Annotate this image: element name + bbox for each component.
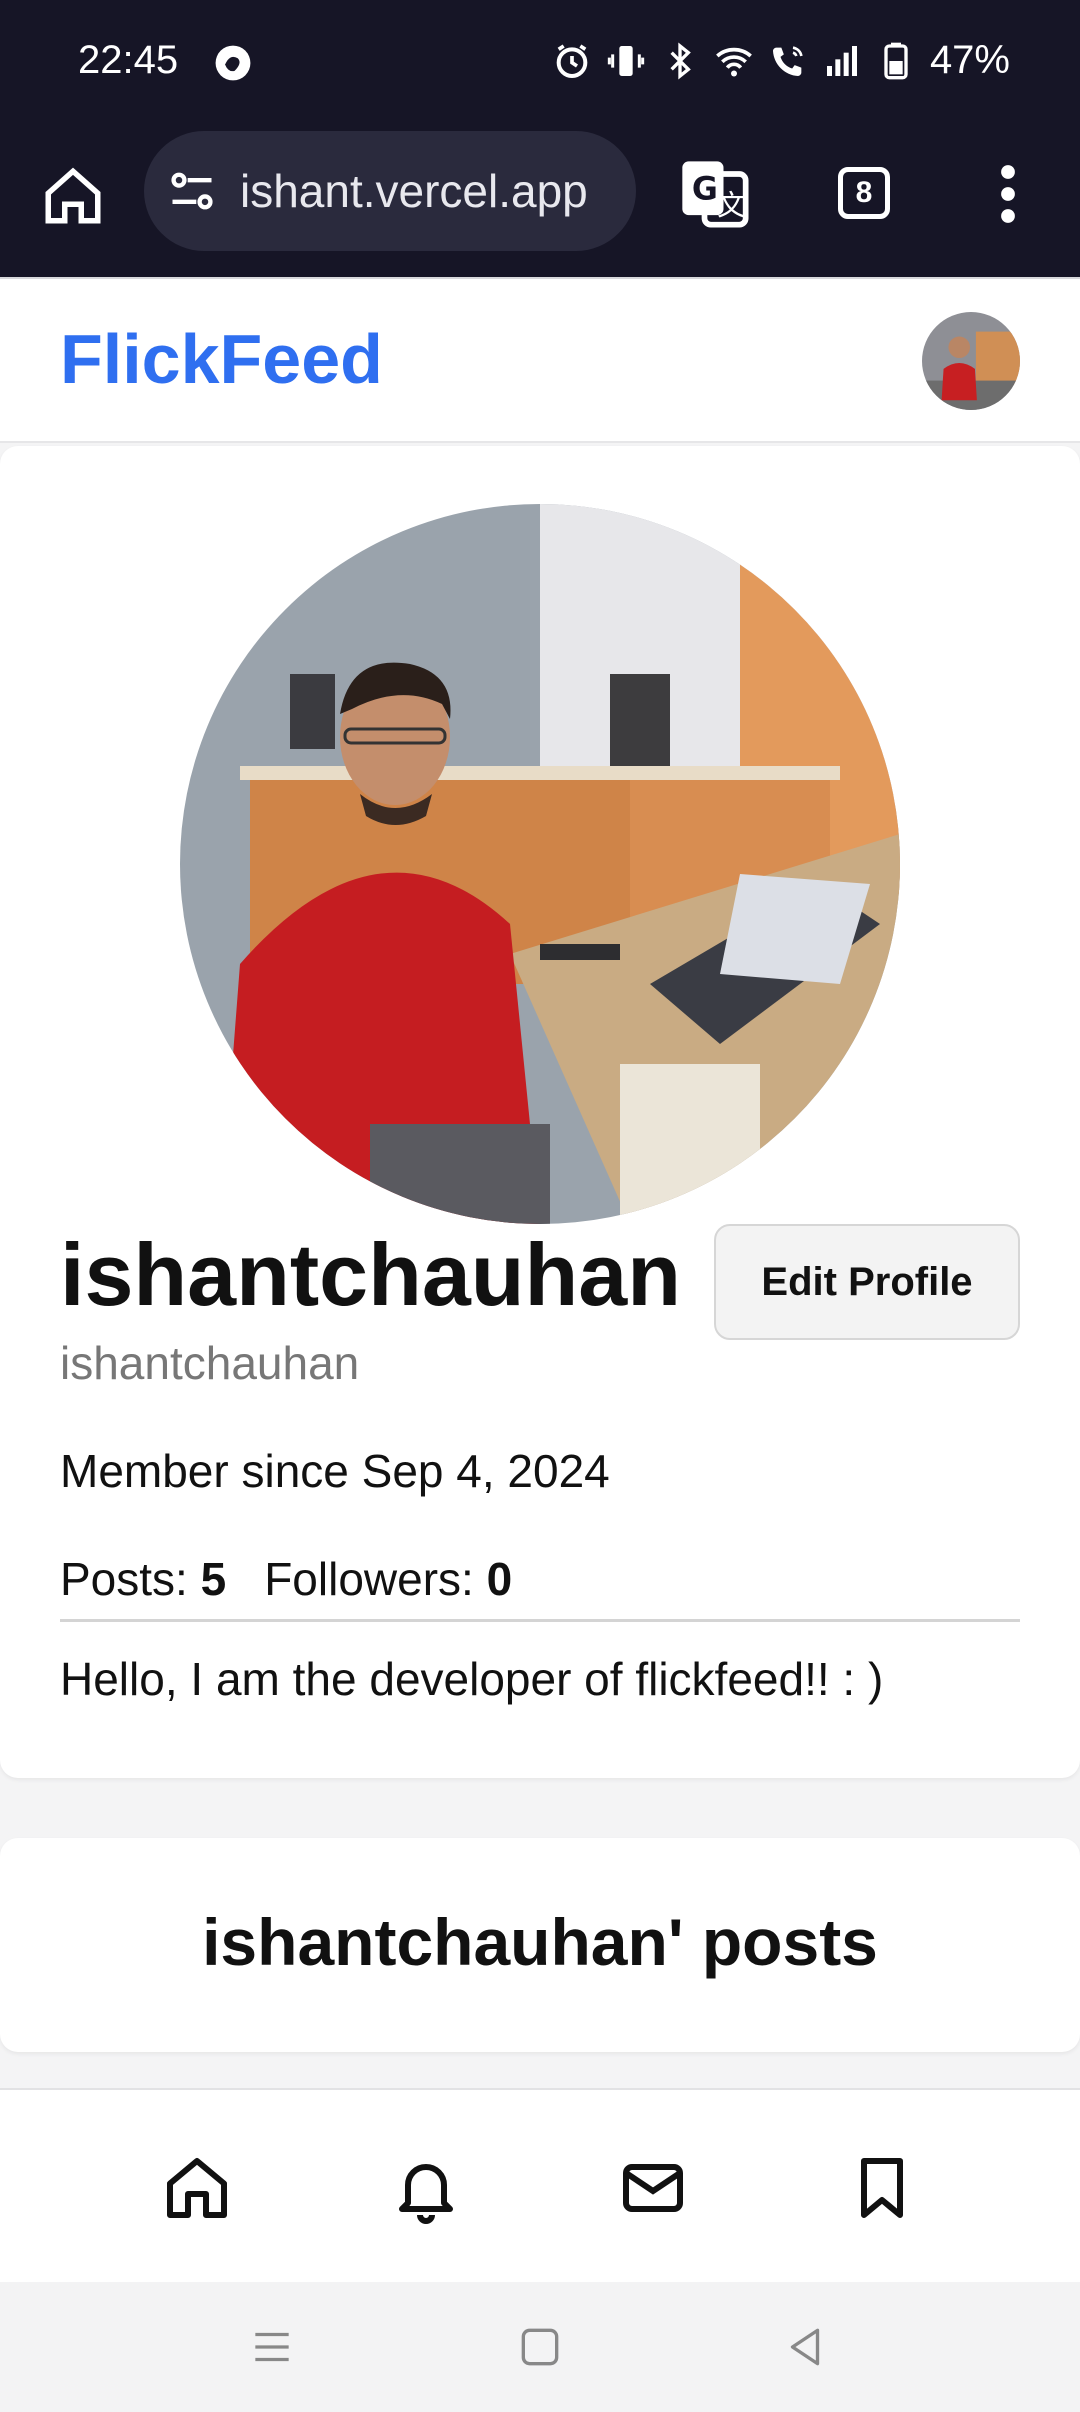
translate-icon[interactable]: G文 [676, 155, 752, 231]
svg-text:G: G [692, 171, 718, 207]
svg-text:文: 文 [717, 189, 746, 222]
followers-count: 0 [486, 1553, 513, 1605]
username: ishantchauhan [60, 1337, 360, 1389]
edit-profile-button[interactable]: Edit Profile [714, 1224, 1020, 1340]
nav-messages-button[interactable] [617, 2152, 689, 2224]
profile-bio: Hello, I am the developer of flickfeed!!… [60, 1653, 884, 1705]
alarm-icon [556, 43, 588, 78]
profile-card: ishantchauhan Edit Profile ishantchauhan… [0, 446, 1080, 1778]
status-bar: 22:45 47% [0, 0, 1080, 125]
mail-icon [623, 2164, 683, 2212]
url-text[interactable]: ishant.vercel.app [240, 164, 588, 218]
bell-icon [399, 2164, 453, 2224]
brand-logo[interactable]: FlickFeed [60, 319, 383, 399]
signal-icon [826, 45, 857, 76]
avatar[interactable] [922, 312, 1020, 410]
site-settings-icon[interactable] [166, 165, 218, 217]
posts-section-title: ishantchauhan' posts [202, 1905, 878, 1979]
posts-label: Posts: [60, 1553, 188, 1605]
system-navigation-bar [0, 2282, 1080, 2412]
posts-section: ishantchauhan' posts [0, 1838, 1080, 2052]
bottom-navigation [0, 2088, 1080, 2282]
bookmark-icon [861, 2158, 903, 2218]
home-icon [167, 2158, 227, 2218]
wifi-calling-icon [772, 45, 803, 76]
address-bar[interactable]: ishant.vercel.app [144, 131, 636, 251]
followers-stat: Followers: 0 [264, 1552, 512, 1606]
browser-toolbar: ishant.vercel.app G文 8 [0, 125, 1080, 277]
member-since: Member since Sep 4, 2024 [60, 1445, 610, 1497]
home-icon[interactable] [40, 163, 106, 229]
posts-stat: Posts: 5 [60, 1552, 226, 1606]
posts-count: 5 [200, 1553, 227, 1605]
divider [60, 1619, 1020, 1622]
home-button-icon[interactable] [515, 2322, 565, 2372]
profile-photo [180, 504, 900, 1224]
status-time: 22:45 [78, 38, 179, 82]
status-icons: 47% [552, 38, 1010, 83]
app-notification-icon [215, 45, 251, 81]
nav-bookmarks-button[interactable] [846, 2152, 918, 2224]
back-icon[interactable] [780, 2322, 830, 2372]
followers-label: Followers: [264, 1553, 474, 1605]
battery-percent: 47% [929, 38, 1010, 82]
wifi-icon [716, 47, 752, 76]
nav-notifications-button[interactable] [390, 2152, 462, 2224]
vibrate-icon [607, 45, 645, 76]
bluetooth-icon [670, 42, 691, 79]
nav-home-button[interactable] [161, 2152, 233, 2224]
battery-icon [884, 42, 908, 79]
display-name: ishantchauhan [60, 1225, 681, 1324]
recent-apps-icon[interactable] [247, 2322, 297, 2372]
site-header: FlickFeed [0, 277, 1080, 443]
more-menu-icon[interactable] [988, 161, 1028, 227]
profile-stats: Posts: 5 Followers: 0 [60, 1552, 512, 1606]
tab-switcher-button[interactable]: 8 [838, 167, 890, 219]
